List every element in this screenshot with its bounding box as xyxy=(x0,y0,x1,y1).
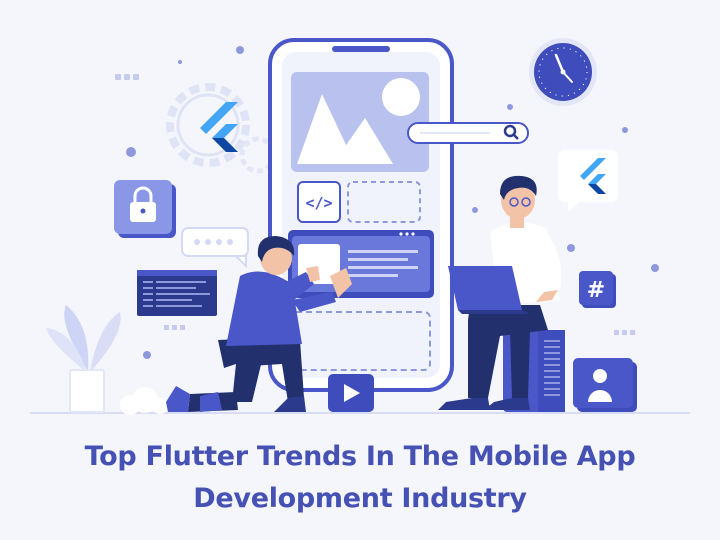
page-title: Top Flutter Trends In The Mobile App Dev… xyxy=(0,436,720,520)
hashtag-symbol: # xyxy=(587,278,605,303)
dot-grid-right xyxy=(614,330,635,335)
plant-icon xyxy=(46,305,121,413)
title-line-2: Development Industry xyxy=(193,483,527,514)
code-window-icon xyxy=(137,270,217,316)
lock-icon xyxy=(114,180,176,238)
chat-bubble-icon xyxy=(181,227,249,269)
play-button-icon[interactable] xyxy=(328,374,374,412)
hashtag-icon: # xyxy=(579,271,616,308)
code-symbol: </> xyxy=(305,194,332,212)
hero-illustration: </> # xyxy=(30,38,690,415)
title-line-1: Top Flutter Trends In The Mobile App xyxy=(84,441,636,472)
clock-icon xyxy=(529,38,597,106)
cloud-icon xyxy=(120,387,168,415)
flutter-message-icon xyxy=(558,150,618,212)
user-profile-icon xyxy=(573,358,637,412)
